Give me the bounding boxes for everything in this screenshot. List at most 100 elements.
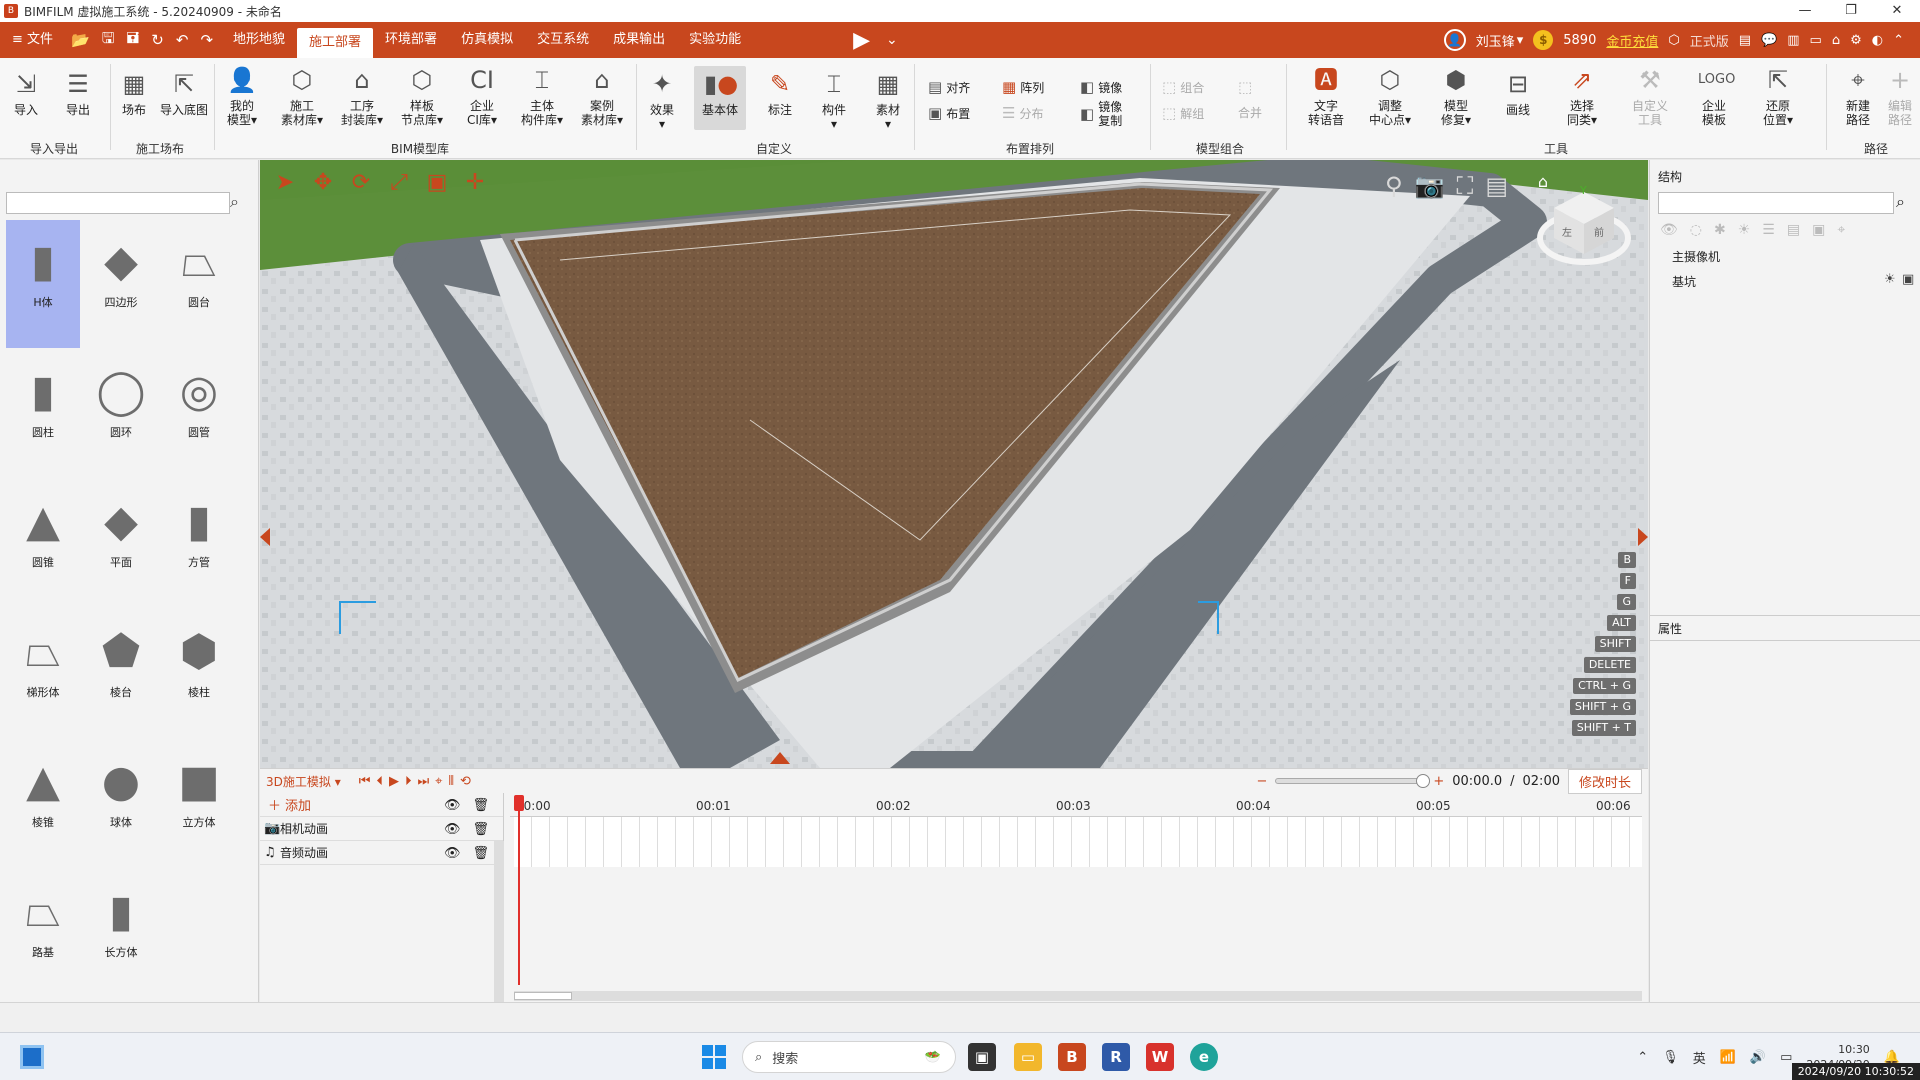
primitive-torus[interactable]: ◯ 圆环: [84, 350, 158, 478]
zoom-out-icon[interactable]: −: [1256, 774, 1267, 789]
search-icon[interactable]: ⌕: [230, 192, 239, 212]
primitive-quad[interactable]: ◆ 四边形: [84, 220, 158, 348]
timeline-mode-select[interactable]: 3D施工模拟 ▾: [266, 773, 341, 790]
select-tool-icon[interactable]: ➤: [270, 168, 300, 198]
primitive-trapezoid[interactable]: ⏢ 梯形体: [6, 610, 80, 738]
scale-tool-icon[interactable]: ⤢: [384, 168, 414, 198]
widgets-icon[interactable]: [20, 1045, 44, 1069]
search-icon[interactable]: ⌕: [1896, 192, 1905, 212]
main-component-button[interactable]: ⌶ 主体 构件库▾: [516, 64, 568, 127]
primitive-cone[interactable]: ▲ 圆锥: [6, 480, 80, 608]
loop-icon[interactable]: ⟲: [460, 774, 471, 789]
play-icon[interactable]: ▶: [853, 28, 870, 53]
tab-environment[interactable]: 环境部署: [373, 22, 449, 58]
settings-icon[interactable]: ⚙: [1850, 33, 1862, 48]
track-keyframe-area[interactable]: [514, 817, 1642, 867]
construction-lib-button[interactable]: ⬡ 施工 素材库▾: [276, 64, 328, 127]
effect-button[interactable]: ✦ 效果 ▾: [636, 68, 688, 131]
tray-expand-icon[interactable]: ⌃: [1637, 1050, 1648, 1065]
playhead-handle[interactable]: [514, 795, 524, 811]
primitive-cylinder[interactable]: ▮ 圆柱: [6, 350, 80, 478]
custom-tool-button[interactable]: ⚒ 自定义 工具: [1622, 64, 1678, 127]
wps-app-icon[interactable]: W: [1146, 1043, 1174, 1071]
import-base-map-button[interactable]: ⇱ 导入底图: [156, 68, 212, 117]
edit-path-button[interactable]: + 编辑 路径: [1880, 64, 1920, 127]
primitive-pyramid[interactable]: ▲ 棱锥: [6, 740, 80, 868]
component-button[interactable]: ⌶ 构件 ▾: [808, 68, 860, 131]
merge-button[interactable]: 合并: [1238, 104, 1262, 121]
ungroup-button[interactable]: ⬚ 解组: [1162, 104, 1204, 122]
book-icon[interactable]: ▥: [1787, 33, 1799, 48]
mirror-copy-button[interactable]: ◧ 镜像 复制: [1080, 100, 1122, 128]
tree-item-foundation-pit[interactable]: 基坑: [1672, 273, 1696, 290]
frame-icon[interactable]: ▣: [1812, 222, 1825, 238]
zoom-slider[interactable]: [1275, 774, 1431, 788]
primitive-sphere[interactable]: ● 球体: [84, 740, 158, 868]
camera-icon[interactable]: 📷: [1415, 172, 1445, 200]
freeze-icon[interactable]: ✱: [1714, 222, 1726, 238]
align-button[interactable]: ▤ 对齐: [928, 78, 970, 96]
primitive-cuboid[interactable]: ▮ 长方体: [84, 870, 158, 998]
minimize-button[interactable]: —: [1782, 0, 1828, 22]
picture-icon[interactable]: ▣: [1902, 272, 1914, 287]
walk-icon[interactable]: ⚲: [1385, 172, 1403, 200]
tab-experimental[interactable]: 实验功能: [677, 22, 753, 58]
trash-icon[interactable]: 🗑: [472, 822, 489, 837]
taskbar-search[interactable]: ⌕ 搜索 🥗: [742, 1041, 956, 1073]
enterprise-template-button[interactable]: LOGO 企业 模板: [1686, 64, 1742, 127]
tab-simulation[interactable]: 仿真模拟: [449, 22, 525, 58]
save-icon[interactable]: 🖫: [102, 28, 115, 53]
primitive-prism[interactable]: ⬢ 棱柱: [162, 610, 236, 738]
monitor-icon[interactable]: ▭: [1810, 33, 1822, 48]
list-icon[interactable]: ☰: [1762, 222, 1775, 238]
film-icon[interactable]: ▤: [1485, 172, 1508, 200]
new-path-button[interactable]: ⌖ 新建 路径: [1832, 64, 1884, 127]
hide-icon[interactable]: ◌: [1690, 222, 1702, 238]
focus-icon[interactable]: ⛶: [1457, 172, 1474, 200]
process-lib-button[interactable]: ⌂ 工序 封装库▾: [336, 64, 388, 127]
light-icon[interactable]: ☀: [1738, 222, 1751, 238]
start-icon[interactable]: [702, 1045, 726, 1069]
step-back-icon[interactable]: ⏴: [376, 774, 383, 789]
chevron-down-icon[interactable]: ⌄: [886, 32, 898, 48]
battery-icon[interactable]: ▭: [1780, 1050, 1792, 1065]
adjust-center-button[interactable]: ⬡ 调整 中心点▾: [1362, 64, 1418, 127]
primitive-cube[interactable]: ■ 立方体: [162, 740, 236, 868]
primitive-roadbed[interactable]: ⏢ 路基: [6, 870, 80, 998]
docs-icon[interactable]: ▤: [1739, 33, 1751, 48]
timeline-scrollbar[interactable]: [514, 991, 1642, 1001]
mic-icon[interactable]: 🎙: [1662, 1050, 1679, 1065]
mirror-button[interactable]: ◧ 镜像: [1080, 78, 1122, 96]
edit-duration-button[interactable]: 修改时长: [1567, 768, 1642, 794]
template-lib-button[interactable]: ⬡ 样板 节点库▾: [396, 64, 448, 127]
layer-icon[interactable]: ▤: [1787, 222, 1800, 238]
file-menu[interactable]: ≡ 文件: [0, 22, 65, 58]
open-folder-icon[interactable]: 📂: [71, 31, 90, 49]
export-button[interactable]: ☰ 导出: [52, 68, 104, 117]
keyframe-icon[interactable]: ⌖: [435, 774, 442, 789]
view-cube[interactable]: Y 左 前: [1532, 180, 1636, 270]
import-button[interactable]: ⇲ 导入: [0, 68, 52, 117]
3d-viewport[interactable]: ➤ ✥ ⟳ ⤢ ▣ ✛ ⚲ 📷 ⛶ ▤ ⌂ Y 左 前 B F G ALT SHIFT D…: [260, 160, 1648, 768]
primitive-frustum[interactable]: ⏢ 圆台: [162, 220, 236, 348]
text-to-speech-button[interactable]: 🅰 文字 转语音: [1298, 64, 1354, 127]
redo-icon[interactable]: ↷: [200, 31, 213, 49]
track-row[interactable]: ♫ 音频动画 👁 🗑: [260, 841, 503, 865]
primitive-plane[interactable]: ◆ 平面: [84, 480, 158, 608]
tab-terrain[interactable]: 地形地貌: [221, 22, 297, 58]
trash-icon[interactable]: 🗑: [472, 798, 489, 813]
tree-item-main-camera[interactable]: 主摄像机: [1672, 248, 1720, 265]
array-button[interactable]: ▦ 阵列: [1002, 78, 1044, 96]
show-icon[interactable]: 👁: [1660, 222, 1678, 238]
sun-icon[interactable]: ☀: [1884, 272, 1896, 287]
enterprise-ci-button[interactable]: CI 企业 CI库▾: [456, 64, 508, 127]
bimfilm-app-icon[interactable]: B: [1058, 1043, 1086, 1071]
undo-icon[interactable]: ↶: [176, 31, 189, 49]
revit-app-icon[interactable]: R: [1102, 1043, 1130, 1071]
track-row[interactable]: 📷 相机动画 👁 🗑: [260, 817, 503, 841]
user-avatar-icon[interactable]: 👤: [1443, 29, 1466, 51]
recharge-link[interactable]: 金币充值: [1606, 31, 1658, 50]
compass-icon[interactable]: ◐: [1872, 33, 1883, 48]
save-as-icon[interactable]: 🖬: [127, 28, 140, 53]
maximize-button[interactable]: ❐: [1828, 0, 1874, 22]
